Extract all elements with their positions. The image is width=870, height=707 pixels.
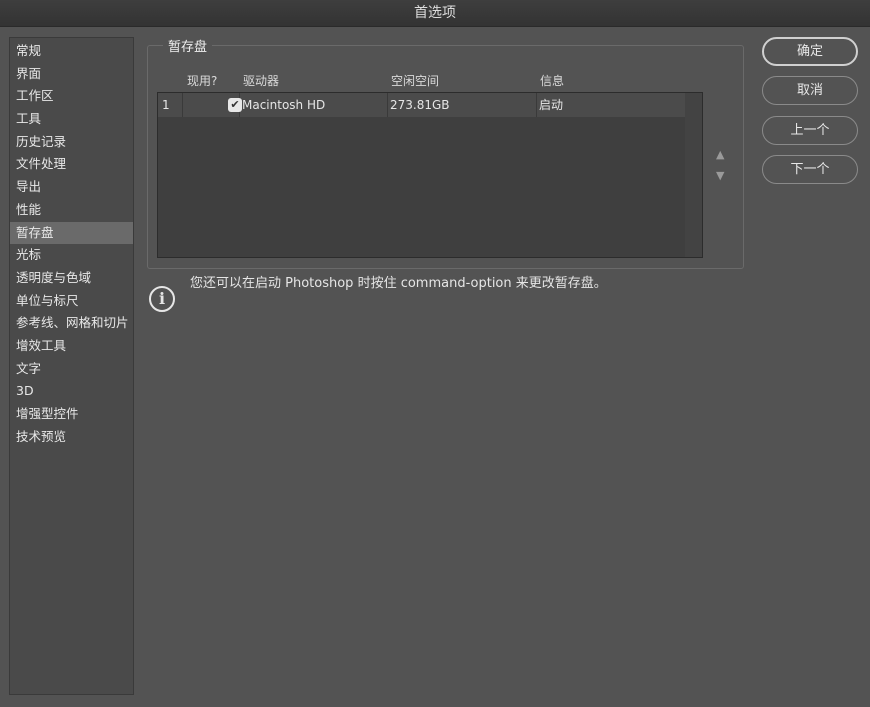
drive-cell: Macintosh HD [240,93,388,117]
row-index: 1 [158,93,183,117]
sidebar-item-workspace[interactable]: 工作区 [10,85,133,108]
sidebar-item-performance[interactable]: 性能 [10,199,133,222]
cancel-button[interactable]: 取消 [762,76,858,105]
sidebar-item-general[interactable]: 常规 [10,40,133,63]
info-cell: 启动 [539,98,564,112]
column-header-active: 现用? [187,74,218,88]
info-icon: i [149,286,175,312]
scratch-disk-table: 1 ✔ Macintosh HD 273.81GB 启动 [157,92,703,258]
move-up-arrow-icon[interactable]: ▲ [716,148,724,161]
sidebar-item-history[interactable]: 历史记录 [10,131,133,154]
sidebar-item-tools[interactable]: 工具 [10,108,133,131]
preferences-sidebar: 常规 界面 工作区 工具 历史记录 文件处理 导出 性能 暂存盘 光标 透明度与… [9,37,134,695]
window-title: 首选项 [0,0,870,27]
active-cell: ✔ [183,93,242,117]
group-title: 暂存盘 [163,36,213,55]
next-button[interactable]: 下一个 [762,155,858,184]
previous-button[interactable]: 上一个 [762,116,858,145]
sidebar-list: 常规 界面 工作区 工具 历史记录 文件处理 导出 性能 暂存盘 光标 透明度与… [10,38,133,448]
sidebar-item-transparency[interactable]: 透明度与色域 [10,267,133,290]
sidebar-item-units-rulers[interactable]: 单位与标尺 [10,290,133,313]
free-space-cell: 273.81GB [388,93,537,117]
sidebar-item-export[interactable]: 导出 [10,176,133,199]
column-header-drive: 驱动器 [243,74,280,88]
move-down-arrow-icon[interactable]: ▼ [716,169,724,182]
column-header-info: 信息 [540,74,565,88]
sidebar-item-scratch-disks[interactable]: 暂存盘 [10,221,133,245]
sidebar-item-guides-grid[interactable]: 参考线、网格和切片 [10,312,133,335]
table-row[interactable]: 1 ✔ Macintosh HD 273.81GB 启动 [158,93,685,117]
sidebar-item-interface[interactable]: 界面 [10,63,133,86]
sidebar-item-file-handling[interactable]: 文件处理 [10,153,133,176]
sidebar-item-enhanced-controls[interactable]: 增强型控件 [10,403,133,426]
info-note: 您还可以在启动 Photoshop 时按住 command-option 来更改… [190,276,607,291]
sidebar-item-type[interactable]: 文字 [10,358,133,381]
ok-button[interactable]: 确定 [762,37,858,66]
sidebar-item-plugins[interactable]: 增效工具 [10,335,133,358]
sidebar-item-3d[interactable]: 3D [10,380,133,403]
column-header-free-space: 空闲空间 [391,74,440,88]
sidebar-item-cursors[interactable]: 光标 [10,244,133,267]
table-scrollbar[interactable] [685,93,702,257]
sidebar-item-technology-previews[interactable]: 技术预览 [10,426,133,449]
